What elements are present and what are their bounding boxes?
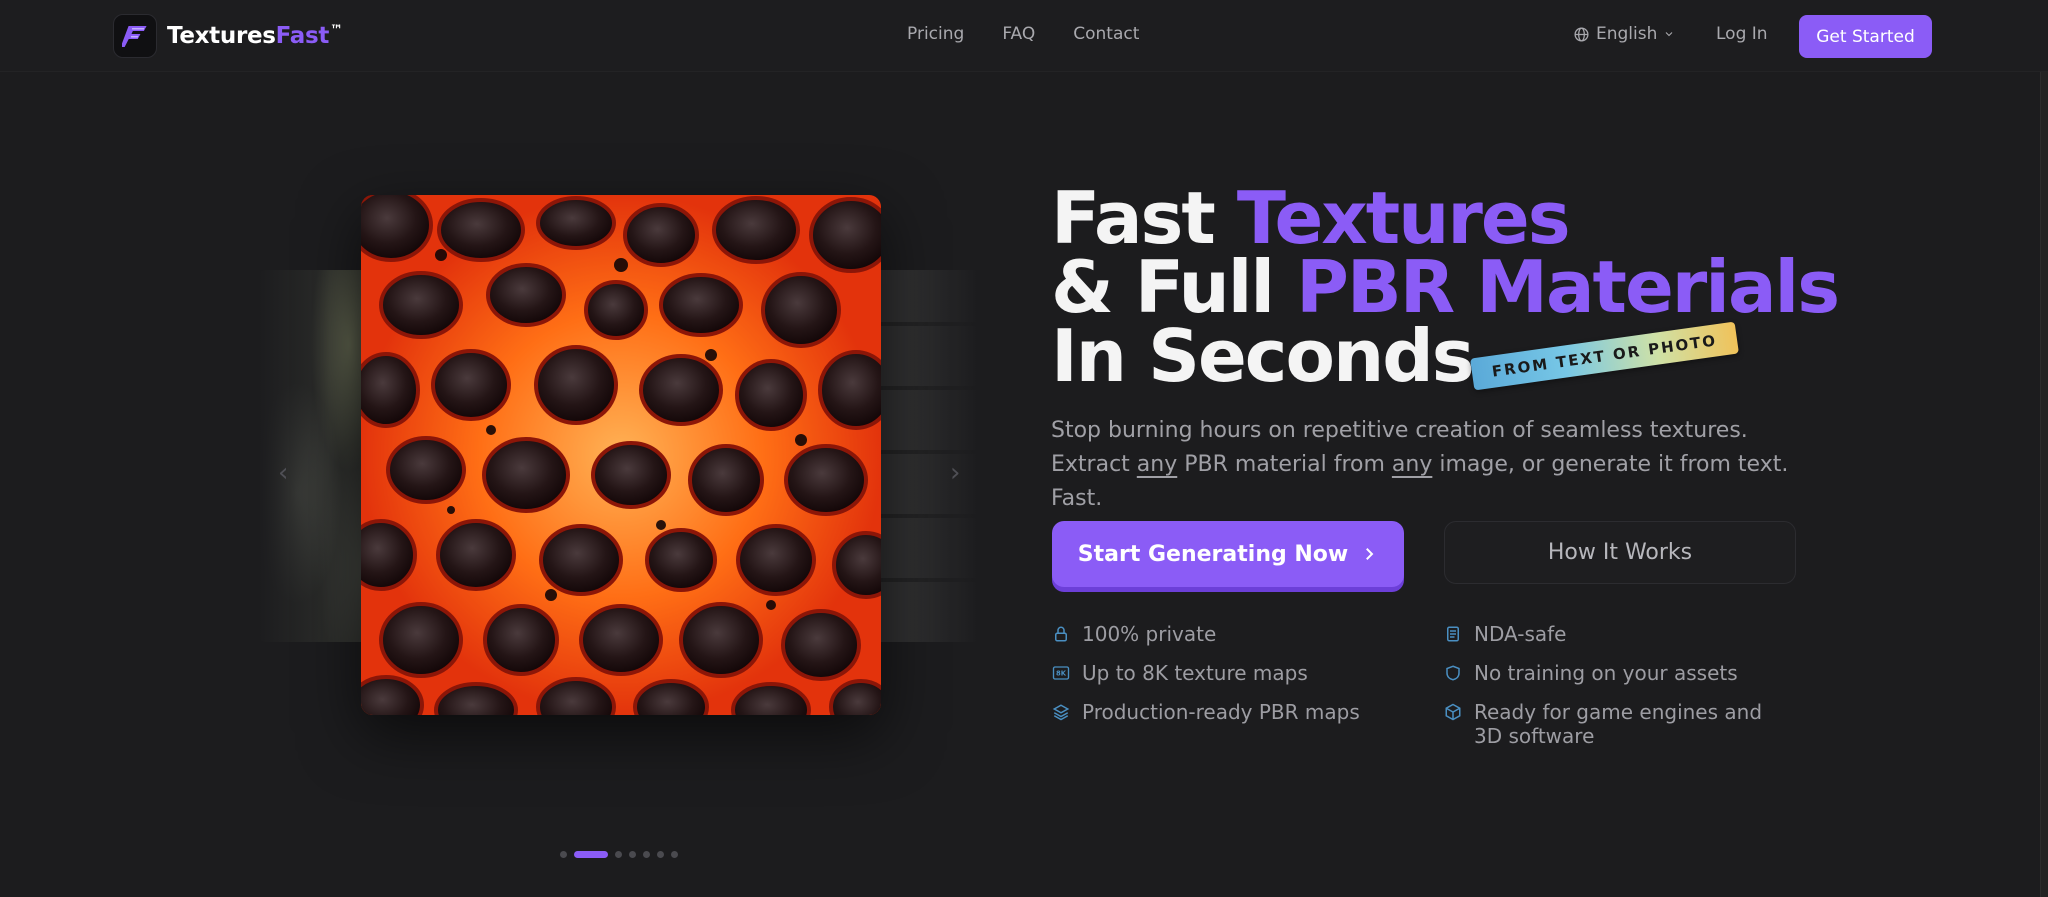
feature-label: Ready for game engines and 3D software: [1474, 700, 1763, 748]
feature-label: Production-ready PBR maps: [1082, 700, 1360, 724]
svg-text:8K: 8K: [1056, 670, 1067, 678]
feature-item: Ready for game engines and 3D software: [1444, 700, 1784, 748]
feature-item: No training on your assets: [1444, 661, 1738, 685]
texture-carousel: ‹ ›: [258, 140, 998, 760]
language-selector[interactable]: English: [1573, 24, 1675, 44]
8k-icon: 8K: [1052, 666, 1070, 680]
nav-link-contact[interactable]: Contact: [1073, 24, 1139, 44]
nav-link-faq[interactable]: FAQ: [1002, 24, 1035, 44]
how-it-works-button[interactable]: How It Works: [1444, 521, 1796, 584]
carousel-dot[interactable]: [643, 851, 650, 858]
nav-link-pricing[interactable]: Pricing: [907, 24, 964, 44]
document-icon: [1447, 626, 1459, 642]
globe-icon: [1574, 26, 1589, 42]
shield-icon: [1446, 665, 1460, 681]
carousel-slide-next[interactable]: [878, 270, 978, 642]
cube-icon: [1445, 703, 1461, 721]
carousel-dot[interactable]: [615, 851, 622, 858]
carousel-dot[interactable]: [657, 851, 664, 858]
top-navbar: TexturesFast™ Pricing FAQ Contact Englis…: [0, 0, 2048, 72]
start-generating-button[interactable]: Start Generating Now: [1052, 521, 1404, 587]
feature-label: 100% private: [1082, 622, 1217, 646]
feature-label: Up to 8K texture maps: [1082, 661, 1308, 685]
feature-item: Production-ready PBR maps: [1052, 700, 1360, 724]
hero-section: Fast Textures & Full PBR Materials In Se…: [1051, 182, 1951, 392]
feature-item: 8K Up to 8K texture maps: [1052, 661, 1308, 685]
carousel-dot-active[interactable]: [574, 851, 608, 858]
brand-logo[interactable]: TexturesFast™: [113, 14, 343, 58]
carousel-prev-arrow-icon[interactable]: ‹: [278, 458, 288, 488]
chevron-right-icon: [1366, 548, 1374, 560]
feature-label: NDA-safe: [1474, 622, 1567, 646]
feature-item: NDA-safe: [1444, 622, 1567, 646]
feature-label: No training on your assets: [1474, 661, 1738, 685]
carousel-pagination: [560, 851, 678, 858]
brand-name: TexturesFast™: [167, 23, 343, 49]
logo-mark-icon: [113, 14, 157, 58]
hero-subtitle: Stop burning hours on repetitive creatio…: [1051, 418, 1789, 511]
carousel-slide-active[interactable]: [361, 195, 881, 715]
language-label: English: [1596, 24, 1658, 44]
get-started-button[interactable]: Get Started: [1799, 15, 1932, 58]
carousel-dot[interactable]: [671, 851, 678, 858]
carousel-dot[interactable]: [629, 851, 636, 858]
lock-icon: [1055, 626, 1067, 642]
start-generating-label: Start Generating Now: [1077, 541, 1349, 567]
lava-texture-image: [361, 195, 881, 715]
nav-links: Pricing FAQ Contact: [907, 24, 1139, 44]
layers-icon: [1052, 704, 1070, 721]
carousel-next-arrow-icon[interactable]: ›: [950, 458, 960, 488]
chevron-down-icon: [1666, 32, 1673, 37]
login-link[interactable]: Log In: [1716, 24, 1768, 44]
carousel-dot[interactable]: [560, 851, 567, 858]
page-scrollbar[interactable]: [2040, 0, 2048, 897]
feature-item: 100% private: [1052, 622, 1216, 646]
